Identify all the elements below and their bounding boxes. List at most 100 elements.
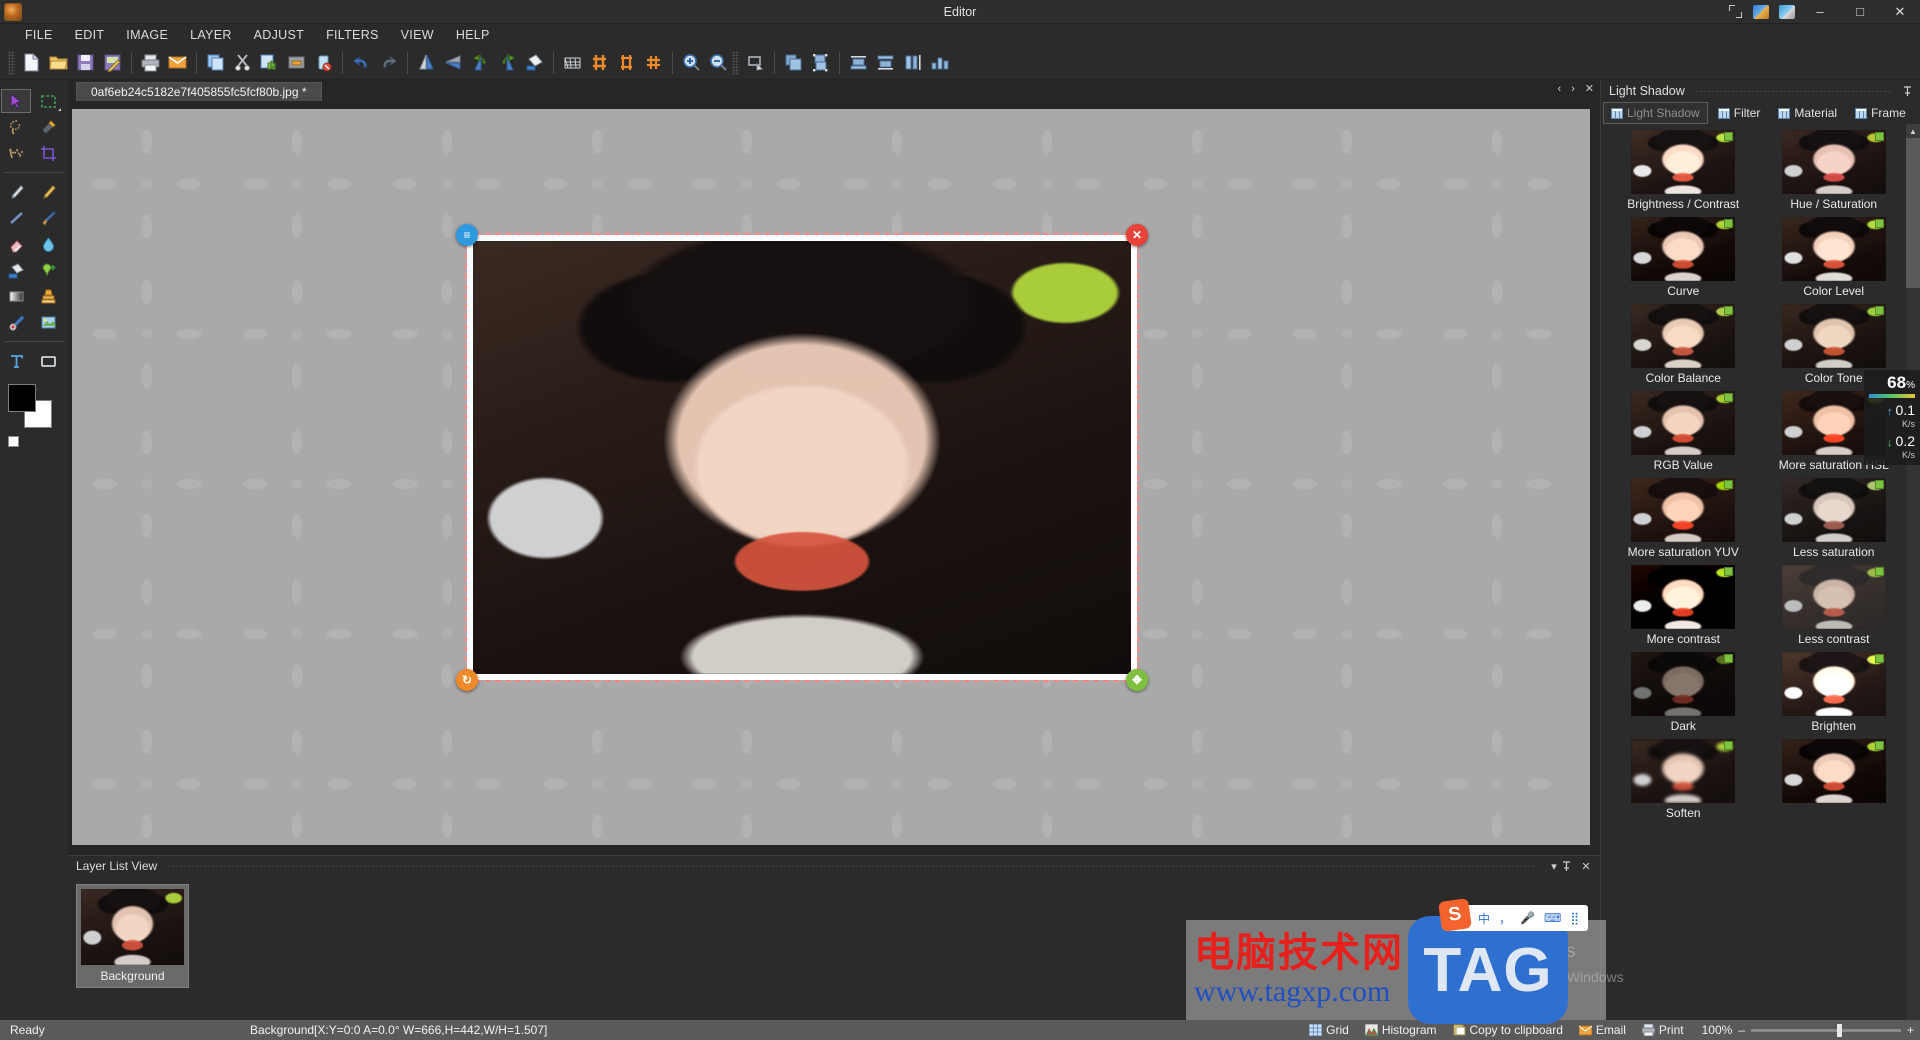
save-floppy-icon[interactable] — [73, 50, 98, 76]
ime-apps-icon[interactable]: ⣿ — [1570, 911, 1579, 925]
tab-close-button[interactable]: ✕ — [1583, 82, 1596, 95]
pointer-tool[interactable] — [1, 89, 31, 113]
line-tool[interactable] — [1, 206, 31, 230]
paint-bucket-tool[interactable] — [1, 258, 31, 282]
save-as-icon[interactable] — [100, 50, 125, 76]
brush-tool[interactable] — [33, 206, 63, 230]
list-item[interactable]: Color Level — [1762, 217, 1907, 304]
text-tool[interactable] — [1, 349, 31, 373]
list-item[interactable]: Curve — [1611, 217, 1756, 304]
color-picker-add-tool[interactable] — [33, 258, 63, 282]
scale-handle[interactable]: ✥ — [1126, 669, 1148, 691]
rotate-right-icon[interactable] — [495, 50, 520, 76]
shape-rect-tool[interactable] — [33, 349, 63, 373]
list-item[interactable]: Color Balance — [1611, 304, 1756, 391]
gradient-tool[interactable] — [1, 284, 31, 308]
new-document-icon[interactable] — [19, 50, 44, 76]
copy-icon[interactable] — [203, 50, 228, 76]
layer-panel-close-button[interactable]: ✕ — [1578, 860, 1594, 873]
menu-filters[interactable]: FILTERS — [315, 25, 390, 45]
list-item[interactable]: Background — [76, 884, 189, 988]
tab-next-button[interactable]: › — [1569, 83, 1577, 95]
list-item[interactable]: Brighten — [1762, 652, 1907, 739]
email-button[interactable]: Email — [1571, 1023, 1634, 1037]
undo-icon[interactable] — [349, 50, 374, 76]
toolbar-grip[interactable] — [8, 50, 15, 75]
zoom-in-icon[interactable] — [679, 50, 704, 76]
list-item[interactable]: Hue / Saturation — [1762, 130, 1907, 217]
zoom-slider-knob[interactable] — [1836, 1023, 1842, 1037]
red-eye-tool[interactable] — [1, 310, 31, 334]
image-effect-tool[interactable] — [33, 310, 63, 334]
histogram-button[interactable]: Histogram — [1357, 1023, 1445, 1037]
pin-icon[interactable] — [1903, 85, 1912, 97]
eraser-tool[interactable] — [1, 232, 31, 256]
layer-panel-menu-button[interactable]: ▾ — [1546, 860, 1562, 873]
menu-view[interactable]: VIEW — [390, 25, 445, 45]
image-a-icon[interactable] — [1748, 0, 1774, 24]
fullscreen-icon[interactable] — [1722, 0, 1748, 24]
tab-material[interactable]: Material — [1770, 102, 1845, 124]
tab-light-shadow[interactable]: Light Shadow — [1603, 102, 1708, 124]
copy-to-clipboard-button[interactable]: Copy to clipboard — [1445, 1023, 1571, 1037]
rect-select-tool[interactable] — [33, 89, 63, 113]
zoom-slider[interactable] — [1750, 1023, 1901, 1037]
polygon-lasso-tool[interactable] — [1, 141, 31, 165]
toolbar-grip-2[interactable] — [732, 50, 739, 75]
tab-prev-button[interactable]: ‹ — [1555, 83, 1563, 95]
flip-vertical-icon[interactable] — [441, 50, 466, 76]
menu-help[interactable]: HELP — [445, 25, 501, 45]
mesh-vertical-icon[interactable] — [614, 50, 639, 76]
tab-filter[interactable]: Filter — [1710, 102, 1769, 124]
zoom-out-icon[interactable] — [706, 50, 731, 76]
blur-drop-tool[interactable] — [33, 232, 63, 256]
foreground-color-swatch[interactable] — [8, 384, 36, 412]
image-selection-frame[interactable]: ≡ ✕ ↻ ✥ — [456, 224, 1148, 691]
print-button[interactable]: Print — [1634, 1023, 1692, 1037]
ime-punctuation-icon[interactable]: ， — [1499, 910, 1511, 927]
zoom-in-button[interactable]: + — [1907, 1023, 1914, 1037]
color-swatch[interactable] — [8, 384, 54, 430]
layer-front-icon[interactable] — [781, 50, 806, 76]
right-panel-scrollbar[interactable]: ▲ — [1906, 124, 1920, 1020]
menu-file[interactable]: FILE — [14, 25, 64, 45]
zoom-control[interactable]: 100% – + — [1692, 1023, 1914, 1037]
list-item[interactable] — [1762, 739, 1907, 826]
ime-microphone-icon[interactable]: 🎤 — [1520, 911, 1535, 925]
crop-tool[interactable] — [33, 141, 63, 165]
ime-logo-icon[interactable]: S — [1438, 898, 1472, 932]
perspective-grid-icon[interactable] — [560, 50, 585, 76]
list-item[interactable]: RGB Value — [1611, 391, 1756, 478]
flip-horizontal-icon[interactable] — [414, 50, 439, 76]
cut-icon[interactable] — [230, 50, 255, 76]
list-item[interactable]: Less contrast — [1762, 565, 1907, 652]
ime-keyboard-icon[interactable]: ⌨ — [1544, 911, 1561, 925]
list-item[interactable]: Soften — [1611, 739, 1756, 826]
canvas[interactable]: ≡ ✕ ↻ ✥ — [72, 109, 1590, 845]
print-icon[interactable] — [138, 50, 163, 76]
select-shape-icon[interactable] — [743, 50, 768, 76]
menu-adjust[interactable]: ADJUST — [243, 25, 315, 45]
scroll-up-icon[interactable]: ▲ — [1906, 124, 1920, 138]
image-b-icon[interactable] — [1774, 0, 1800, 24]
menu-layer[interactable]: LAYER — [179, 25, 243, 45]
lasso-tool[interactable] — [1, 115, 31, 139]
email-icon[interactable] — [165, 50, 190, 76]
zoom-out-button[interactable]: – — [1738, 1023, 1745, 1037]
close-button[interactable]: ✕ — [1880, 0, 1920, 24]
layer-group-icon[interactable] — [808, 50, 833, 76]
list-item[interactable]: Less saturation — [1762, 478, 1907, 565]
mesh-hash-icon[interactable] — [641, 50, 666, 76]
ime-mode-icon[interactable]: 中 — [1478, 910, 1490, 927]
warp-mesh-icon[interactable] — [587, 50, 612, 76]
clear-trash-icon[interactable] — [311, 50, 336, 76]
tab-frame[interactable]: Frame — [1847, 102, 1914, 124]
document-tab[interactable]: 0af6eb24c5182e7f405855fc5fcf80b.jpg * — [76, 82, 322, 101]
list-item[interactable]: More saturation YUV — [1611, 478, 1756, 565]
pen-tool[interactable] — [1, 180, 31, 204]
pencil-tool[interactable] — [33, 180, 63, 204]
scroll-thumb[interactable] — [1906, 138, 1920, 288]
minimize-button[interactable]: – — [1800, 0, 1840, 24]
align-distribute-icon[interactable] — [927, 50, 952, 76]
default-colors-icon[interactable] — [8, 436, 19, 447]
